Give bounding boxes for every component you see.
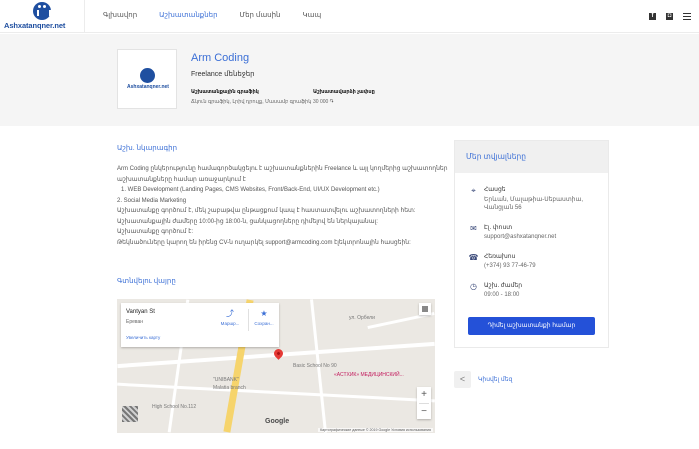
location-title: Գտնվելու վայրը <box>117 278 176 285</box>
map-label: ул. Орбели <box>349 315 375 321</box>
save-label: Сохран... <box>254 321 274 326</box>
map-label: Malatia branch <box>213 385 246 391</box>
company-name[interactable]: Arm Coding <box>191 52 249 64</box>
zoom-in-button[interactable]: + <box>417 387 431 403</box>
phone-label: Հեռախոս <box>484 254 516 260</box>
email-label: Էլ. փոստ <box>484 225 513 231</box>
map-label: «АСТХИК» МЕДИЦИНСКИЙ... <box>334 372 404 378</box>
main-nav: Գլխավոր Աշխատանքներ Մեր մասին Կապ <box>103 11 343 19</box>
site-logo[interactable]: Ashxatanqner.net <box>4 1 74 31</box>
location-icon: ⌖ <box>471 186 476 195</box>
salary-value: 30 000 ֏ <box>313 99 334 105</box>
google-logo: Google <box>265 418 290 425</box>
company-logo-text: Ashxatanqner.net <box>127 84 169 90</box>
zoom-out-button[interactable]: − <box>417 404 431 420</box>
nav-home[interactable]: Գլխավոր <box>103 11 137 19</box>
hours-label: Աշխ. ժամեր <box>484 283 523 289</box>
location-map[interactable]: Basic School No 90 «АСТХИК» МЕДИЦИНСКИЙ.… <box>117 299 435 433</box>
address-line: Վանցյան 56 <box>484 205 522 211</box>
description-line: Աշխատանքային ժամերը 10:00-ից 18:00-ն, ցա… <box>117 218 378 225</box>
top-navbar: Ashxatanqner.net Գլխավոր Աշխատանքներ Մեր… <box>0 0 699 33</box>
description-line: Թեկնածուները կարող են իրենց CV-ն ուղարկե… <box>117 239 411 246</box>
phone-icon: ☎ <box>468 253 479 262</box>
menu-icon[interactable] <box>683 13 691 20</box>
logo-mark-icon <box>33 2 51 20</box>
star-icon: ★ <box>260 309 268 318</box>
route-label: Маршр... <box>220 321 240 326</box>
description-line: Աշխատանքը գործում է: <box>117 229 194 235</box>
description-line: Աշխատանքը գործում է, մեկ շաբաթվա ընթացքո… <box>117 208 416 214</box>
apply-button[interactable]: Դիմել աշխատանքի համար <box>468 317 595 335</box>
nav-jobs[interactable]: Աշխատանքներ <box>159 11 217 19</box>
description-line: 2. Social Media Marketing <box>117 197 187 204</box>
facebook-icon[interactable]: f <box>649 13 656 20</box>
map-label: Basic School No 90 <box>293 363 337 369</box>
map-place-card: Vantyan St Ереван Увеличить карту ⤴ Марш… <box>121 303 279 347</box>
save-place-button[interactable]: ★ Сохран... <box>249 309 279 326</box>
contact-card: Մեր տվյալները ⌖ Հասցե Երևան, Մալաթիա-Սեբ… <box>454 140 609 348</box>
share-label[interactable]: Կիսվել մեզ <box>478 376 512 383</box>
job-title: Freelance մենեջեր <box>191 71 255 78</box>
salary-label: Աշխատավարձի չափսը <box>313 89 375 95</box>
job-description: Arm Coding ընկերությունը համագործակցելու… <box>117 164 448 248</box>
description-line: աշխատանքները համար առաջարկում է <box>117 176 246 183</box>
map-pin-icon[interactable] <box>272 347 285 360</box>
instagram-icon[interactable]: ◘ <box>666 13 673 20</box>
description-title: Աշխ. նկարագիր <box>117 145 178 152</box>
fullscreen-icon[interactable] <box>419 303 431 315</box>
phone-value[interactable]: (+374) 93 77-46-79 <box>484 262 536 270</box>
map-label: "UNIBANK" <box>213 377 239 383</box>
hours-value: 09:00 - 18:00 <box>484 292 520 298</box>
company-logo-icon <box>140 68 155 83</box>
enlarge-map-link[interactable]: Увеличить карту <box>126 335 160 340</box>
header-divider <box>84 0 85 33</box>
address-line: Երևան, Մալաթիա-Սեբաստիա, <box>484 197 583 203</box>
email-value[interactable]: support@ashxatanqner.net <box>484 233 556 241</box>
map-zoom-control: + − <box>417 387 431 419</box>
schedule-label: Աշխատանքային գրաֆիկ <box>191 89 259 95</box>
clock-icon: ◷ <box>470 282 477 291</box>
map-place-title: Vantyan St <box>126 309 155 315</box>
contact-card-title: Մեր տվյալները <box>466 152 526 161</box>
logo-text: Ashxatanqner.net <box>4 21 66 30</box>
route-button[interactable]: ⤴ Маршр... <box>215 309 245 326</box>
map-place-city: Ереван <box>126 319 144 325</box>
description-line: 1. WEB Development (Landing Pages, CMS W… <box>121 187 380 193</box>
email-icon: ✉ <box>470 224 477 233</box>
contact-card-header: Մեր տվյալները <box>455 141 608 173</box>
schedule-value: Ճկուն գրաֆիկ, Լրիվ դրույք, Մասամբ գրաֆիկ <box>191 99 312 105</box>
nav-contact[interactable]: Կապ <box>302 11 321 19</box>
company-logo: Ashxatanqner.net <box>117 49 177 109</box>
nav-about[interactable]: Մեր մասին <box>240 11 281 19</box>
share-icon[interactable]: < <box>454 371 471 388</box>
address-label: Հասցե <box>484 187 506 193</box>
map-attribution[interactable]: Картографические данные © 2019 Google Ус… <box>318 428 433 432</box>
description-line: Arm Coding ընկերությունը համագործակցելու… <box>117 166 448 172</box>
directions-icon: ⤴ <box>226 309 234 318</box>
social-links: f ◘ <box>649 13 691 20</box>
company-header-band <box>0 34 699 126</box>
map-label: High School No.112 <box>152 404 197 410</box>
qr-code-icon <box>122 406 138 422</box>
map-road <box>117 382 435 403</box>
